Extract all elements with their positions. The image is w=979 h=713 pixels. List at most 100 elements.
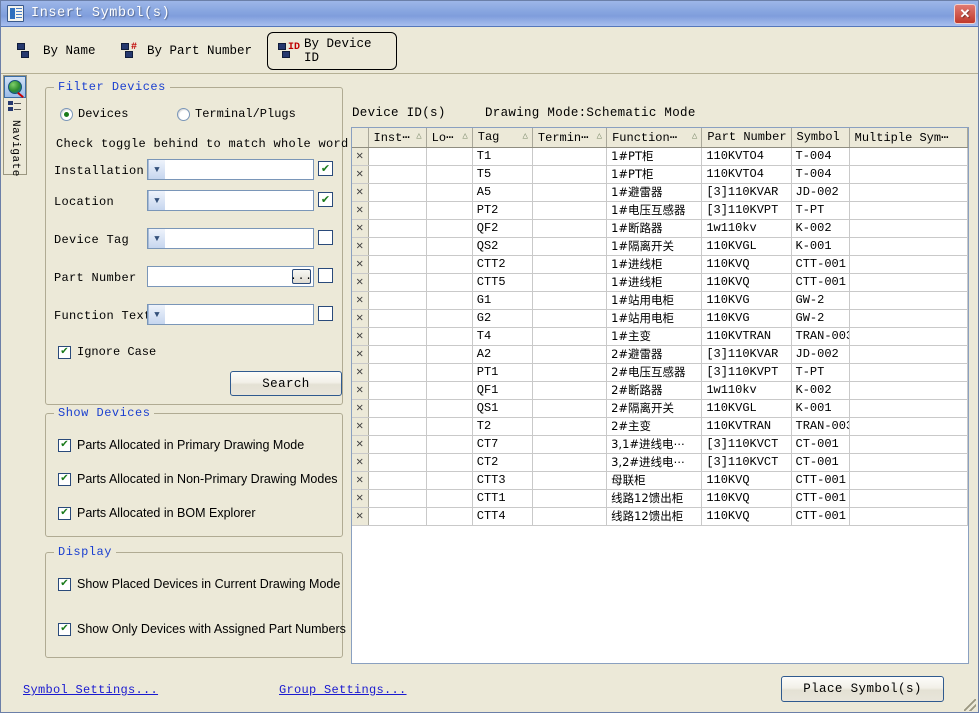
chevron-down-icon[interactable]: ▼ <box>148 191 165 210</box>
column-header-installation[interactable]: Inst⋯ △ <box>368 128 427 148</box>
table-row[interactable]: ✕ CTT2 1#进线柜 110KVQ CTT-001 <box>352 255 968 274</box>
function-text-wholeword-toggle[interactable] <box>318 306 333 321</box>
column-header-part-number[interactable]: Part Number <box>701 128 792 148</box>
symbol-settings-link[interactable]: Symbol Settings... <box>23 683 158 697</box>
cell-function: 1#主变 <box>606 327 703 346</box>
row-marker-icon[interactable]: ✕ <box>352 201 369 220</box>
column-header-terminal[interactable]: Termin⋯ △ <box>532 128 608 148</box>
row-marker-icon[interactable]: ✕ <box>352 453 369 472</box>
row-marker-icon[interactable]: ✕ <box>352 507 369 526</box>
table-row[interactable]: ✕ T2 2#主变 110KVTRAN TRAN-003 <box>352 417 968 436</box>
row-marker-icon[interactable]: ✕ <box>352 183 369 202</box>
table-row[interactable]: ✕ QS2 1#隔离开关 110KVGL K-001 <box>352 237 968 256</box>
part-number-browse-button[interactable]: ... <box>290 269 312 284</box>
radio-terminal-plugs[interactable]: Terminal/Plugs <box>177 107 296 121</box>
cell-installation <box>368 201 427 220</box>
column-header-location[interactable]: Lo⋯ △ <box>426 128 473 148</box>
device-tag-input[interactable]: ▼ <box>147 228 314 249</box>
table-row[interactable]: ✕ CT7 3,1#进线电⋯ [3]110KVCT CT-001 <box>352 435 968 454</box>
column-header-multiple-symbol[interactable]: Multiple Sym⋯ <box>849 128 968 148</box>
table-row[interactable]: ✕ QF2 1#断路器 1w110kv K-002 <box>352 219 968 238</box>
cell-part-number: [3]110KVAR <box>701 345 792 364</box>
part-number-wholeword-toggle[interactable] <box>318 268 333 283</box>
row-marker-icon[interactable]: ✕ <box>352 327 369 346</box>
table-row[interactable]: ✕ T4 1#主变 110KVTRAN TRAN-003 <box>352 327 968 346</box>
row-marker-icon[interactable]: ✕ <box>352 363 369 382</box>
part-number-input[interactable]: ... <box>147 266 314 287</box>
cell-installation <box>368 399 427 418</box>
group-settings-link[interactable]: Group Settings... <box>279 683 407 697</box>
row-marker-icon[interactable]: ✕ <box>352 399 369 418</box>
table-row[interactable]: ✕ QF1 2#断路器 1w110kv K-002 <box>352 381 968 400</box>
table-row[interactable]: ✕ PT1 2#电压互感器 [3]110KVPT T-PT <box>352 363 968 382</box>
resize-grip-icon[interactable] <box>964 699 976 711</box>
ignore-case-checkbox[interactable]: Ignore Case <box>58 345 156 359</box>
cell-terminal <box>532 219 608 238</box>
table-row[interactable]: ✕ CTT1 线路12馈出柜 110KVQ CTT-001 <box>352 489 968 508</box>
row-marker-icon[interactable]: ✕ <box>352 381 369 400</box>
column-header-symbol[interactable]: Symbol <box>791 128 850 148</box>
tab-by-device-id[interactable]: ID By Device ID <box>267 32 397 70</box>
row-marker-icon[interactable]: ✕ <box>352 165 369 184</box>
checkbox-show-only-assigned-parts[interactable]: Show Only Devices with Assigned Part Num… <box>58 622 346 636</box>
chevron-down-icon[interactable]: ▼ <box>148 305 165 324</box>
cell-tag: PT1 <box>472 363 533 382</box>
row-marker-icon[interactable]: ✕ <box>352 309 369 328</box>
cell-symbol: JD-002 <box>791 345 850 364</box>
table-row[interactable]: ✕ CTT3 母联柜 110KVQ CTT-001 <box>352 471 968 490</box>
chevron-down-icon[interactable]: ▼ <box>148 160 165 179</box>
table-row[interactable]: ✕ G2 1#站用电柜 110KVG GW-2 <box>352 309 968 328</box>
row-marker-icon[interactable]: ✕ <box>352 273 369 292</box>
table-row[interactable]: ✕ T5 1#PT柜 110KVTO4 T-004 <box>352 165 968 184</box>
installation-wholeword-toggle[interactable] <box>318 161 333 176</box>
table-row[interactable]: ✕ G1 1#站用电柜 110KVG GW-2 <box>352 291 968 310</box>
column-header-function[interactable]: Function⋯ △ <box>606 128 703 148</box>
table-row[interactable]: ✕ A5 1#避雷器 [3]110KVAR JD-002 <box>352 183 968 202</box>
row-marker-icon[interactable]: ✕ <box>352 471 369 490</box>
filter-devices-group: Filter Devices Devices Terminal/Plugs Ch… <box>45 80 348 405</box>
row-marker-icon[interactable]: ✕ <box>352 255 369 274</box>
tab-by-name[interactable]: By Name <box>7 32 117 70</box>
cell-location <box>426 489 473 508</box>
row-marker-icon[interactable]: ✕ <box>352 435 369 454</box>
table-row[interactable]: ✕ T1 1#PT柜 110KVTO4 T-004 <box>352 147 968 166</box>
row-marker-icon[interactable]: ✕ <box>352 237 369 256</box>
row-marker-icon[interactable]: ✕ <box>352 219 369 238</box>
device-tag-wholeword-toggle[interactable] <box>318 230 333 245</box>
chevron-down-icon[interactable]: ▼ <box>148 229 165 248</box>
search-button[interactable]: Search <box>230 371 342 396</box>
tab-by-part-number[interactable]: # By Part Number <box>111 32 271 70</box>
row-marker-icon[interactable]: ✕ <box>352 345 369 364</box>
place-symbols-button[interactable]: Place Symbol(s) <box>781 676 944 702</box>
close-icon[interactable]: ✕ <box>954 4 976 24</box>
row-marker-icon[interactable]: ✕ <box>352 489 369 508</box>
row-marker-icon[interactable]: ✕ <box>352 147 369 166</box>
function-text-input[interactable]: ▼ <box>147 304 314 325</box>
installation-input[interactable]: ▼ <box>147 159 314 180</box>
column-header-tag[interactable]: Tag △ <box>472 128 533 148</box>
checkbox-non-primary-drawing-modes[interactable]: Parts Allocated in Non-Primary Drawing M… <box>58 472 338 486</box>
row-marker-icon[interactable]: ✕ <box>352 291 369 310</box>
navigate-rail[interactable]: Navigate <box>3 75 27 177</box>
location-wholeword-toggle[interactable] <box>318 192 333 207</box>
table-row[interactable]: ✕ A2 2#避雷器 [3]110KVAR JD-002 <box>352 345 968 364</box>
sort-icon: △ <box>416 131 422 141</box>
device-ids-heading: Device ID(s) <box>352 106 446 120</box>
table-row[interactable]: ✕ CTT5 1#进线柜 110KVQ CTT-001 <box>352 273 968 292</box>
cell-function: 1#PT柜 <box>606 165 703 184</box>
table-row[interactable]: ✕ CTT4 线路12馈出柜 110KVQ CTT-001 <box>352 507 968 526</box>
navigate-globe-icon[interactable] <box>4 76 26 98</box>
checkbox-primary-drawing-mode[interactable]: Parts Allocated in Primary Drawing Mode <box>58 438 304 452</box>
checkbox-show-placed-devices[interactable]: Show Placed Devices in Current Drawing M… <box>58 577 340 591</box>
column-header-marker[interactable] <box>352 128 369 148</box>
checkbox-bom-explorer[interactable]: Parts Allocated in BOM Explorer <box>58 506 256 520</box>
cell-terminal <box>532 255 608 274</box>
table-row[interactable]: ✕ PT2 1#电压互感器 [3]110KVPT T-PT <box>352 201 968 220</box>
cell-tag: T4 <box>472 327 533 346</box>
radio-devices[interactable]: Devices <box>60 107 128 121</box>
location-input[interactable]: ▼ <box>147 190 314 211</box>
table-row[interactable]: ✕ QS1 2#隔离开关 110KVGL K-001 <box>352 399 968 418</box>
table-row[interactable]: ✕ CT2 3,2#进线电⋯ [3]110KVCT CT-001 <box>352 453 968 472</box>
row-marker-icon[interactable]: ✕ <box>352 417 369 436</box>
device-results-grid[interactable]: Inst⋯ △ Lo⋯ △ Tag △ Termin⋯ △ Function⋯ … <box>351 127 969 664</box>
